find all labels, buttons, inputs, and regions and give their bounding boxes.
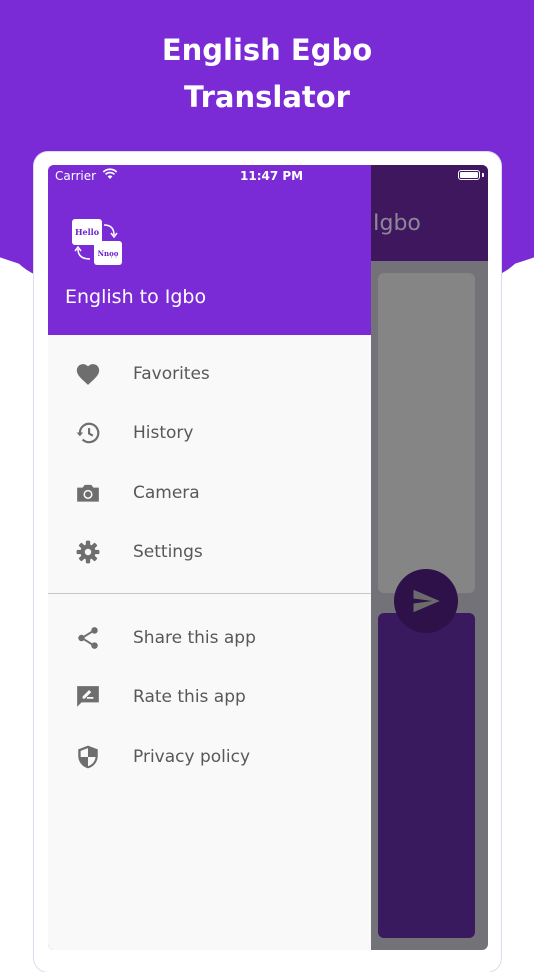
battery-tip [482, 173, 484, 177]
wifi-icon [102, 168, 118, 179]
battery-icon [458, 170, 480, 180]
drawer-item-label: History [133, 422, 194, 443]
input-card [378, 273, 475, 593]
drawer-item-label: Privacy policy [133, 746, 250, 767]
drawer-item-settings[interactable]: Settings [48, 522, 371, 581]
promo-headline: English Egbo Translator [0, 27, 534, 121]
headline-line-2: Translator [184, 80, 350, 114]
drawer-title: English to Igbo [65, 286, 207, 308]
drawer-item-privacy[interactable]: Privacy policy [48, 727, 371, 786]
drawer-item-camera[interactable]: Camera [48, 463, 371, 522]
headline-line-1: English Egbo [161, 33, 373, 67]
history-icon [75, 420, 101, 446]
drawer-item-share[interactable]: Share this app [48, 608, 371, 667]
swap-arrows-icon [74, 224, 118, 260]
drawer-item-label: Settings [133, 541, 203, 562]
drawer-item-rate[interactable]: Rate this app [48, 667, 371, 726]
heart-icon [75, 361, 101, 387]
camera-icon [75, 480, 101, 506]
share-icon [75, 625, 101, 651]
rate-icon [75, 684, 101, 710]
app-title: Igbo [373, 211, 421, 236]
carrier-label: Carrier [55, 169, 97, 183]
app-logo: Hello Nnọọ [70, 215, 124, 267]
drawer-divider [48, 593, 371, 594]
drawer-item-label: Camera [133, 482, 200, 503]
output-card [378, 613, 475, 938]
send-icon [413, 589, 440, 613]
drawer-item-label: Rate this app [133, 686, 246, 707]
navigation-drawer: Hello Nnọọ English to Igbo Favorites His… [48, 165, 371, 950]
clock: 11:47 PM [240, 169, 304, 183]
translate-button[interactable] [394, 569, 458, 633]
drawer-item-label: Share this app [133, 627, 256, 648]
drawer-item-label: Favorites [133, 363, 210, 384]
app-screen: Igbo Carrier 11:47 PM Hello Nnọọ English… [48, 165, 488, 950]
shield-icon [75, 744, 101, 770]
drawer-item-history[interactable]: History [48, 403, 371, 462]
drawer-item-favorites[interactable]: Favorites [48, 344, 371, 403]
gear-icon [75, 539, 101, 565]
status-bar: Carrier 11:47 PM [48, 165, 488, 189]
drawer-header: Hello Nnọọ English to Igbo [48, 165, 371, 335]
